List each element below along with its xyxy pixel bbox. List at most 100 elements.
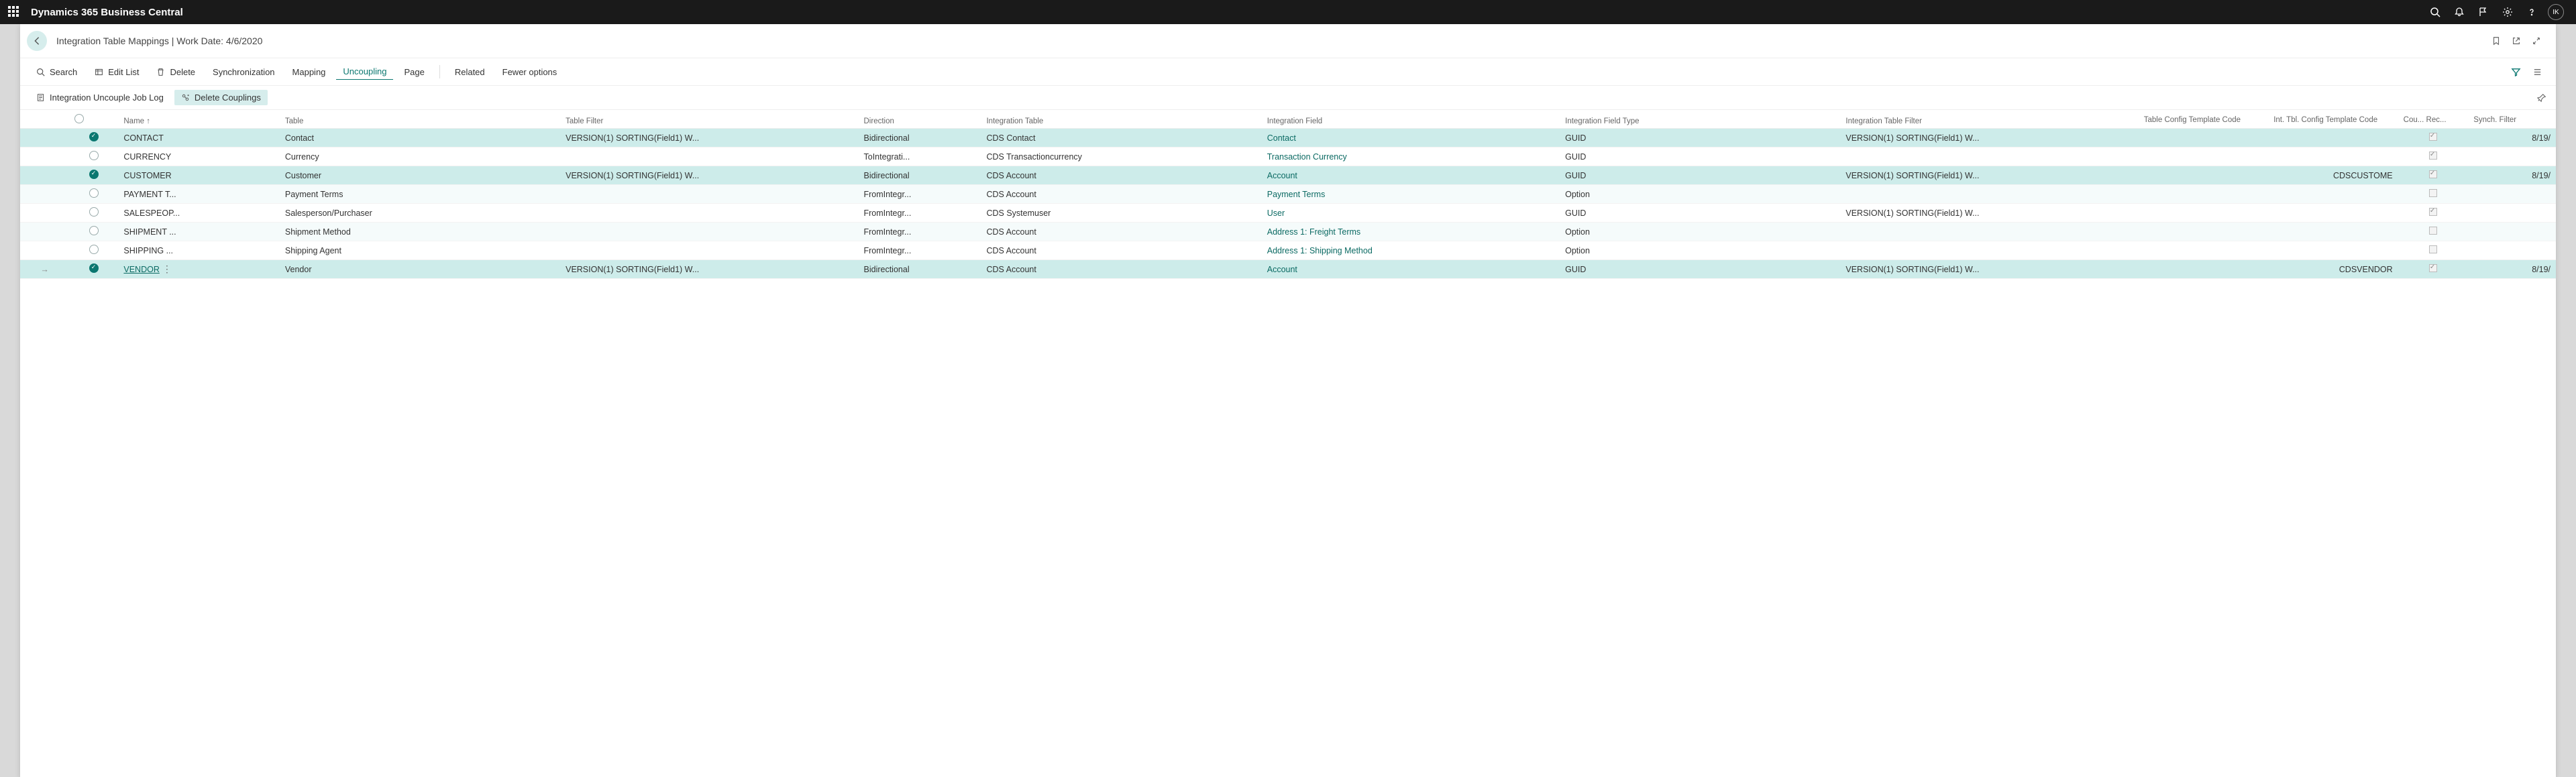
table-row[interactable]: PAYMENT T...Payment TermsFromIntegr...CD… xyxy=(20,185,2556,204)
integration-uncouple-job-log[interactable]: Integration Uncouple Job Log xyxy=(30,90,170,105)
cell-table-config-template[interactable] xyxy=(2139,185,2268,204)
cell-direction[interactable]: FromIntegr... xyxy=(859,185,981,204)
cell-table-filter[interactable] xyxy=(560,204,858,223)
cell-int-tbl-config-template[interactable] xyxy=(2268,223,2398,241)
cell-integration-table-filter[interactable] xyxy=(1840,223,2138,241)
col-table[interactable]: Table xyxy=(280,110,560,129)
cell-synch-filter[interactable] xyxy=(2468,241,2556,260)
cell-integration-field[interactable]: Transaction Currency xyxy=(1262,147,1560,166)
cell-coupled-rec[interactable] xyxy=(2398,129,2469,147)
cell-synch-filter[interactable] xyxy=(2468,147,2556,166)
cell-integration-table[interactable]: CDS Account xyxy=(981,241,1261,260)
cell-direction[interactable]: Bidirectional xyxy=(859,260,981,279)
cell-int-tbl-config-template[interactable] xyxy=(2268,204,2398,223)
col-table-config-template[interactable]: Table Config Template Code xyxy=(2139,110,2268,129)
cell-table[interactable]: Currency xyxy=(280,147,560,166)
table-row[interactable]: CURRENCYCurrencyToIntegrati...CDS Transa… xyxy=(20,147,2556,166)
related-menu[interactable]: Related xyxy=(448,64,492,80)
row-select[interactable] xyxy=(69,260,118,279)
cell-table[interactable]: Salesperson/Purchaser xyxy=(280,204,560,223)
row-select[interactable] xyxy=(69,147,118,166)
cell-int-tbl-config-template[interactable] xyxy=(2268,147,2398,166)
cell-table-filter[interactable] xyxy=(560,223,858,241)
back-button[interactable] xyxy=(27,31,47,51)
cell-synch-filter[interactable]: 8/19/ xyxy=(2468,129,2556,147)
cell-integration-field-type[interactable]: GUID xyxy=(1560,204,1840,223)
cell-integration-field-type[interactable]: GUID xyxy=(1560,166,1840,185)
cell-coupled-rec[interactable] xyxy=(2398,147,2469,166)
cell-table-filter[interactable]: VERSION(1) SORTING(Field1) W... xyxy=(560,129,858,147)
col-direction[interactable]: Direction xyxy=(859,110,981,129)
cell-direction[interactable]: FromIntegr... xyxy=(859,204,981,223)
search-action[interactable]: Search xyxy=(30,64,84,80)
cell-table[interactable]: Shipment Method xyxy=(280,223,560,241)
cell-name[interactable]: SHIPMENT ... xyxy=(118,223,279,241)
user-avatar[interactable]: IK xyxy=(2544,0,2568,24)
cell-integration-table[interactable]: CDS Contact xyxy=(981,129,1261,147)
cell-table-config-template[interactable] xyxy=(2139,129,2268,147)
cell-coupled-rec[interactable] xyxy=(2398,185,2469,204)
help-icon[interactable] xyxy=(2520,0,2544,24)
cell-table-filter[interactable]: VERSION(1) SORTING(Field1) W... xyxy=(560,166,858,185)
cell-table-config-template[interactable] xyxy=(2139,204,2268,223)
cell-integration-field-type[interactable]: Option xyxy=(1560,241,1840,260)
cell-integration-table-filter[interactable]: VERSION(1) SORTING(Field1) W... xyxy=(1840,166,2138,185)
cell-name[interactable]: CUSTOMER xyxy=(118,166,279,185)
row-select[interactable] xyxy=(69,129,118,147)
cell-integration-field-type[interactable]: Option xyxy=(1560,185,1840,204)
cell-integration-field-type[interactable]: GUID xyxy=(1560,147,1840,166)
row-select[interactable] xyxy=(69,185,118,204)
filter-pane-icon[interactable] xyxy=(2506,62,2525,81)
cell-integration-table-filter[interactable]: VERSION(1) SORTING(Field1) W... xyxy=(1840,204,2138,223)
notifications-icon[interactable] xyxy=(2447,0,2471,24)
pin-icon[interactable] xyxy=(2537,93,2546,103)
table-row[interactable]: →VENDOR⋮VendorVERSION(1) SORTING(Field1)… xyxy=(20,260,2556,279)
cell-integration-field-type[interactable]: GUID xyxy=(1560,129,1840,147)
table-row[interactable]: SHIPPING ...Shipping AgentFromIntegr...C… xyxy=(20,241,2556,260)
cell-int-tbl-config-template[interactable]: CDSVENDOR xyxy=(2268,260,2398,279)
edit-list-action[interactable]: Edit List xyxy=(88,64,146,80)
mapping-menu[interactable]: Mapping xyxy=(286,64,333,80)
row-select[interactable] xyxy=(69,204,118,223)
table-row[interactable]: CONTACT Contact VERSION(1) SORTING(Field1)… xyxy=(20,129,2556,147)
cell-integration-field-type[interactable]: Option xyxy=(1560,223,1840,241)
uncoupling-menu[interactable]: Uncoupling xyxy=(336,64,393,80)
cell-integration-field[interactable]: Payment Terms xyxy=(1262,185,1560,204)
cell-coupled-rec[interactable] xyxy=(2398,260,2469,279)
row-more-icon[interactable]: ⋮ xyxy=(162,264,170,274)
col-int-tbl-config-template[interactable]: Int. Tbl. Config Template Code xyxy=(2268,110,2398,129)
col-integration-table[interactable]: Integration Table xyxy=(981,110,1261,129)
cell-synch-filter[interactable] xyxy=(2468,185,2556,204)
delete-couplings-action[interactable]: Delete Couplings xyxy=(174,90,268,105)
cell-integration-table-filter[interactable]: VERSION(1) SORTING(Field1) W... xyxy=(1840,129,2138,147)
cell-coupled-rec[interactable] xyxy=(2398,241,2469,260)
cell-integration-field-type[interactable]: GUID xyxy=(1560,260,1840,279)
cell-int-tbl-config-template[interactable] xyxy=(2268,129,2398,147)
cell-name[interactable]: VENDOR⋮ xyxy=(118,260,279,279)
cell-integration-table-filter[interactable]: VERSION(1) SORTING(Field1) W... xyxy=(1840,260,2138,279)
cell-coupled-rec[interactable] xyxy=(2398,204,2469,223)
cell-integration-table[interactable]: CDS Account xyxy=(981,166,1261,185)
table-row[interactable]: SALESPEOP...Salesperson/PurchaserFromInt… xyxy=(20,204,2556,223)
bookmark-icon[interactable] xyxy=(2486,31,2506,51)
cell-direction[interactable]: Bidirectional xyxy=(859,166,981,185)
cell-integration-table[interactable]: CDS Account xyxy=(981,260,1261,279)
cell-direction[interactable]: FromIntegr... xyxy=(859,223,981,241)
cell-integration-table-filter[interactable] xyxy=(1840,241,2138,260)
cell-integration-table[interactable]: CDS Transactioncurrency xyxy=(981,147,1261,166)
cell-name[interactable]: CONTACT xyxy=(118,129,279,147)
cell-table[interactable]: Vendor xyxy=(280,260,560,279)
cell-integration-field[interactable]: Address 1: Freight Terms xyxy=(1262,223,1560,241)
cell-integration-table[interactable]: CDS Systemuser xyxy=(981,204,1261,223)
cell-integration-field[interactable]: Address 1: Shipping Method xyxy=(1262,241,1560,260)
cell-direction[interactable]: Bidirectional xyxy=(859,129,981,147)
col-select-all[interactable] xyxy=(69,110,118,129)
cell-integration-table-filter[interactable] xyxy=(1840,147,2138,166)
page-menu[interactable]: Page xyxy=(397,64,431,80)
cell-integration-field[interactable]: Account xyxy=(1262,166,1560,185)
collapse-icon[interactable] xyxy=(2526,31,2546,51)
cell-integration-field[interactable]: Contact xyxy=(1262,129,1560,147)
cell-integration-table[interactable]: CDS Account xyxy=(981,185,1261,204)
col-integration-field-type[interactable]: Integration Field Type xyxy=(1560,110,1840,129)
col-table-filter[interactable]: Table Filter xyxy=(560,110,858,129)
